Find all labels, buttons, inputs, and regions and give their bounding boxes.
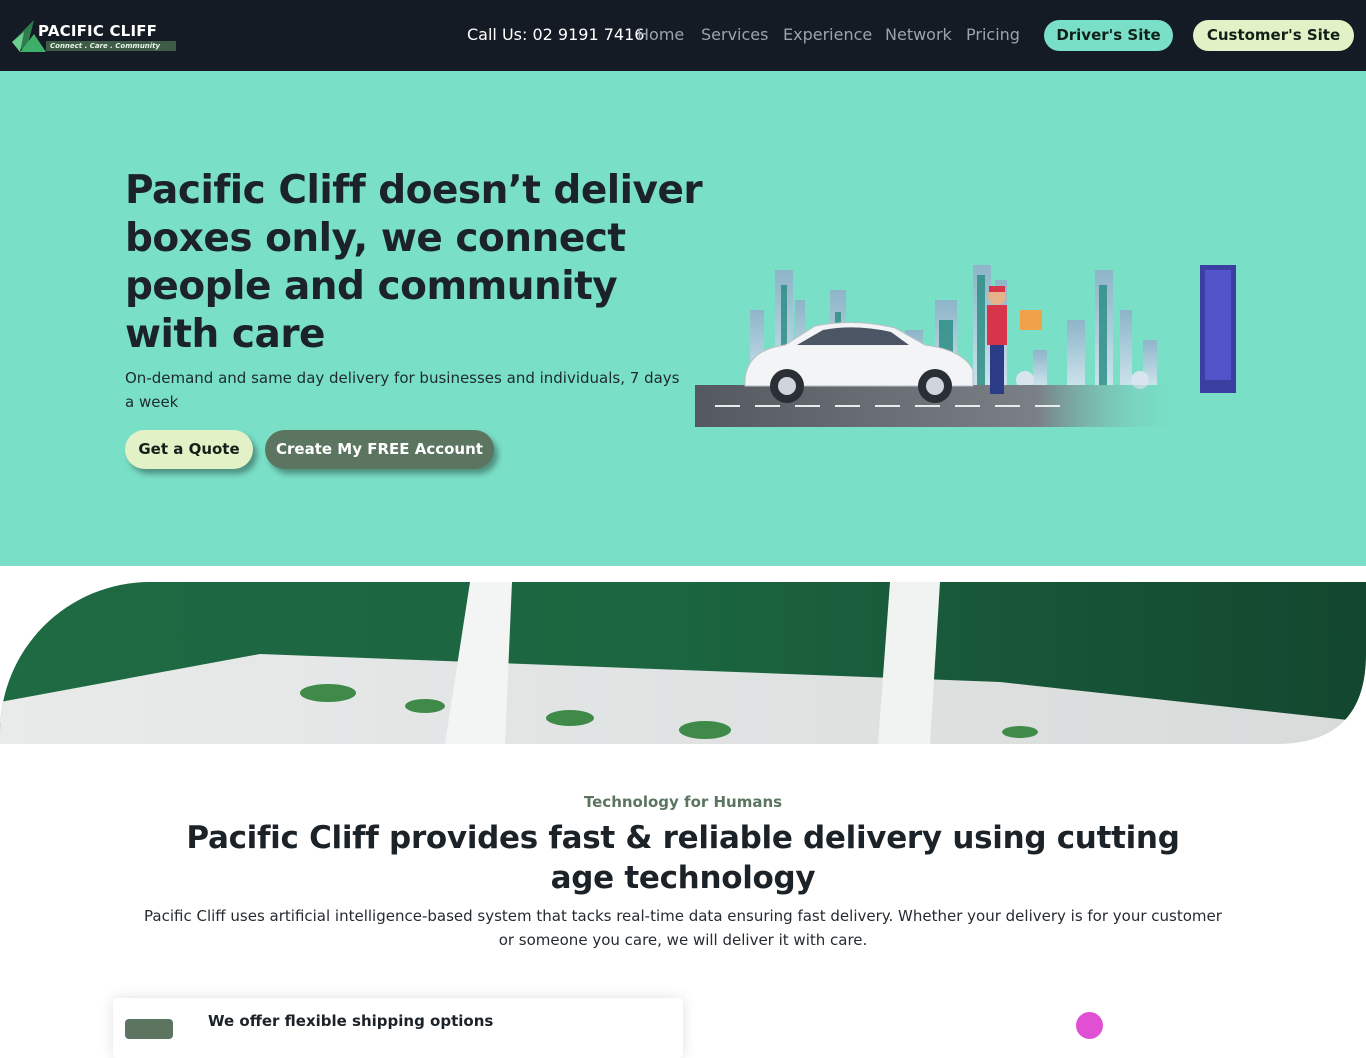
call-us-link[interactable]: Call Us: 02 9191 7416 [467, 25, 644, 44]
product-banner-image [0, 582, 1366, 744]
banner-corner-shape [1276, 654, 1366, 744]
hero-subtitle: On-demand and same day delivery for busi… [125, 369, 680, 411]
nav-link-network[interactable]: Network [885, 25, 952, 44]
section-title: Pacific Cliff provides fast & reliable d… [186, 820, 1180, 896]
decorative-avatar-icon [1076, 1012, 1103, 1039]
gift-box-photo [0, 582, 1366, 744]
nav-link-pricing[interactable]: Pricing [966, 25, 1020, 44]
drivers-site-button[interactable]: Driver's Site [1044, 20, 1173, 51]
section-kicker: Technology for Humans [583, 793, 783, 811]
delivery-city-illustration [695, 265, 1236, 427]
hero-title: Pacific Cliff doesn’t deliver boxes only… [125, 168, 703, 357]
customers-site-button[interactable]: Customer's Site [1193, 20, 1354, 51]
hero-section: Pacific Cliff doesn’t deliver boxes only… [0, 71, 1366, 566]
logo-tagline: Connect . Care . Community [46, 41, 176, 51]
top-navbar: PACIFIC CLIFF Connect . Care . Community… [0, 0, 1366, 71]
card-title: We offer flexible shipping options [208, 1012, 494, 1030]
shipping-icon [125, 1019, 173, 1039]
shipping-options-card: We offer flexible shipping options [113, 998, 683, 1058]
section-description: Pacific Cliff uses artificial intelligen… [144, 907, 1222, 949]
nav-link-home[interactable]: Home [637, 25, 684, 44]
create-account-button[interactable]: Create My FREE Account [265, 430, 494, 469]
nav-link-experience[interactable]: Experience [783, 25, 872, 44]
nav-link-services[interactable]: Services [701, 25, 768, 44]
pacific-cliff-logo[interactable]: PACIFIC CLIFF Connect . Care . Community [12, 18, 176, 54]
logo-title: PACIFIC CLIFF [38, 22, 158, 40]
get-quote-button[interactable]: Get a Quote [125, 430, 253, 469]
